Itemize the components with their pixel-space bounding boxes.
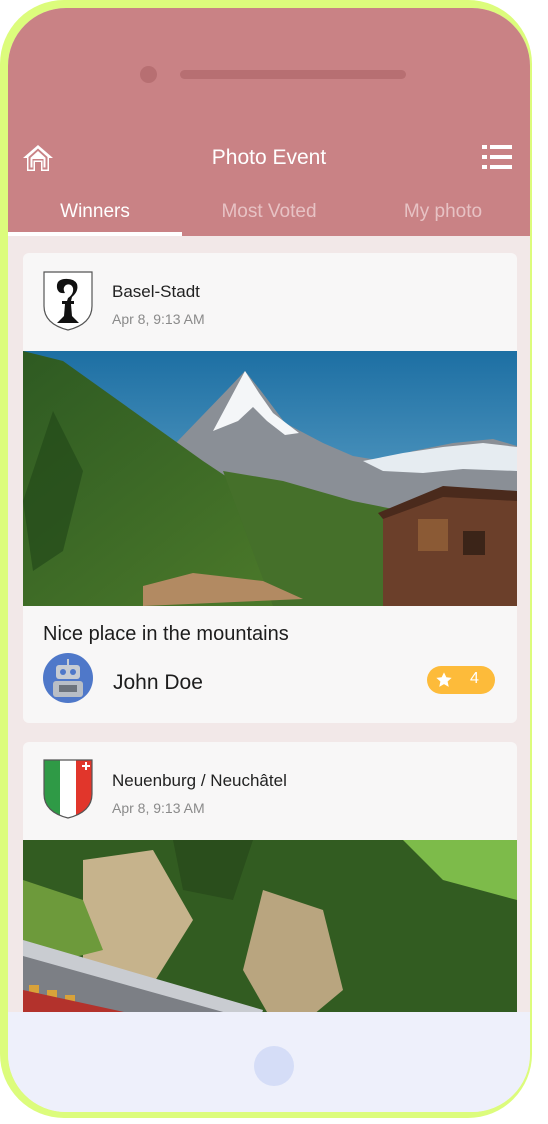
photo-card[interactable]: Basel-Stadt Apr 8, 9:13 AM Nice place in… bbox=[23, 253, 517, 723]
phone-frame: Photo Event Winners Most Voted My photo bbox=[0, 0, 536, 1124]
tab-bar: Winners Most Voted My photo bbox=[8, 198, 530, 236]
post-author: John Doe bbox=[113, 671, 203, 694]
vote-count: 4 bbox=[470, 670, 479, 687]
tab-winners[interactable]: Winners bbox=[8, 198, 182, 236]
phone-home-button[interactable] bbox=[254, 1046, 294, 1086]
neuchatel-crest-icon bbox=[43, 759, 93, 819]
tab-most-voted[interactable]: Most Voted bbox=[182, 198, 356, 236]
camera-dot bbox=[140, 66, 157, 83]
menu-list-icon[interactable] bbox=[482, 144, 512, 170]
robot-avatar-icon bbox=[43, 653, 93, 703]
page-title: Photo Event bbox=[211, 146, 327, 169]
tab-my-photo[interactable]: My photo bbox=[356, 198, 530, 236]
speaker-bar bbox=[180, 70, 406, 79]
app-screen: Photo Event Winners Most Voted My photo bbox=[8, 8, 530, 1112]
photo-card[interactable]: Neuenburg / Neuchâtel Apr 8, 9:13 AM bbox=[23, 742, 517, 1042]
vote-badge[interactable]: 4 bbox=[427, 666, 495, 694]
post-region: Basel-Stadt bbox=[112, 282, 200, 301]
app-header: Photo Event Winners Most Voted My photo bbox=[8, 8, 530, 236]
post-caption: Nice place in the mountains bbox=[43, 623, 289, 645]
post-timestamp: Apr 8, 9:13 AM bbox=[112, 311, 205, 327]
post-timestamp: Apr 8, 9:13 AM bbox=[112, 800, 205, 816]
star-icon bbox=[436, 672, 452, 687]
matterhorn-mountain-village-photo[interactable] bbox=[23, 351, 517, 606]
active-tab-indicator bbox=[8, 232, 182, 236]
basel-stadt-crest-icon bbox=[43, 271, 93, 331]
post-region: Neuenburg / Neuchâtel bbox=[112, 771, 287, 790]
